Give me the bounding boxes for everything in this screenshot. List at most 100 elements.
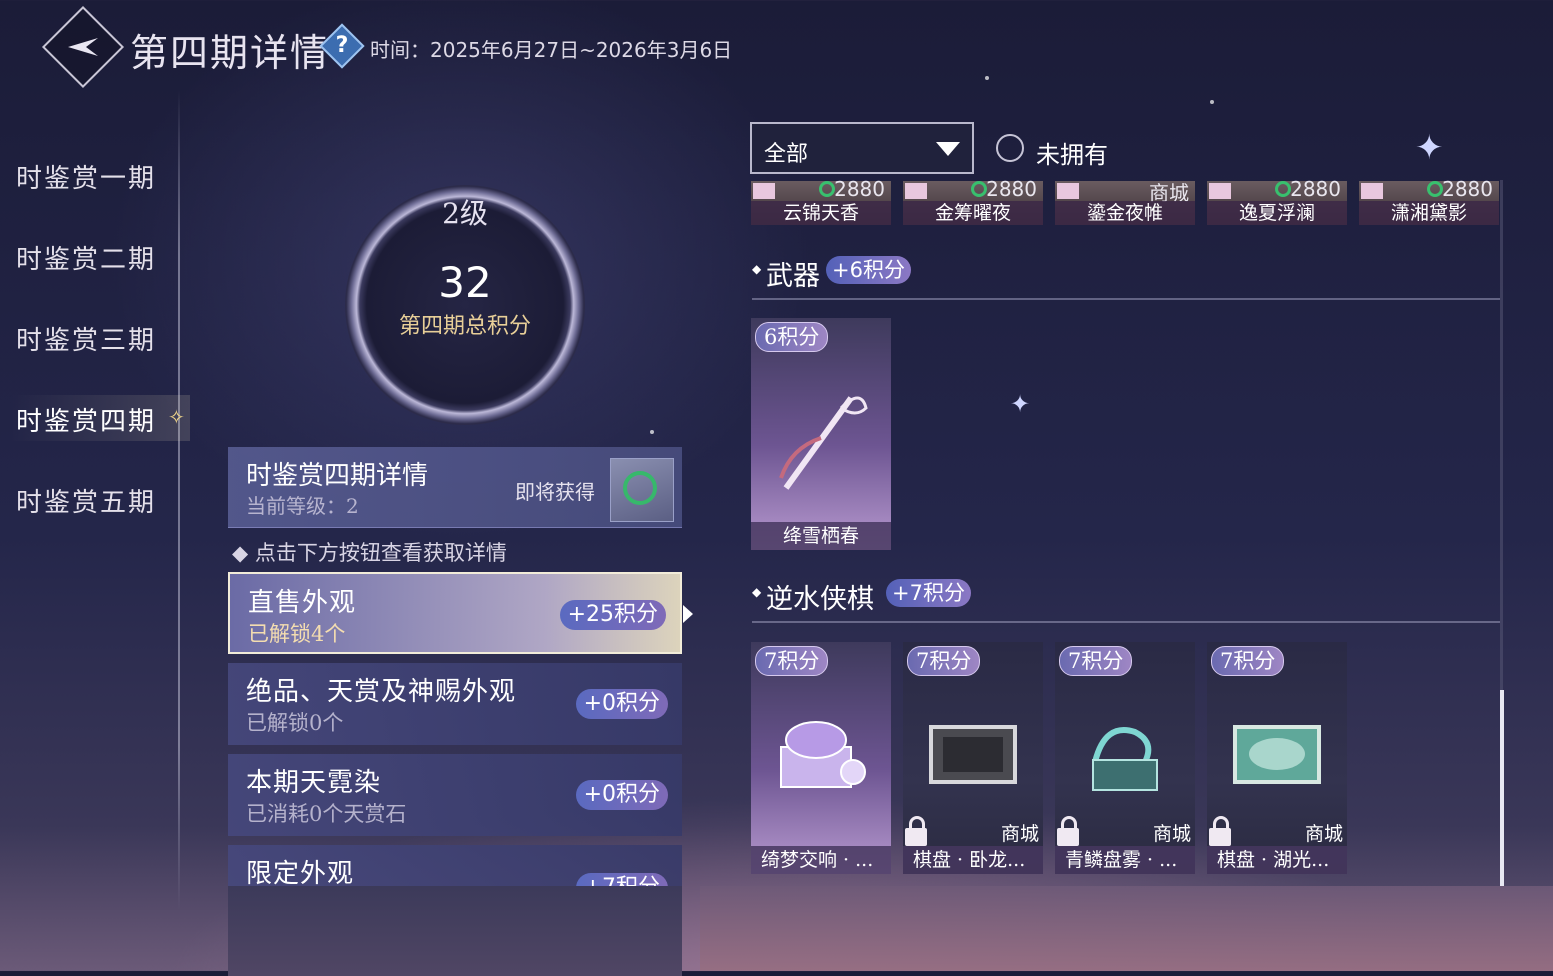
item-price: 2880: [1442, 177, 1493, 201]
nav-item-period-1[interactable]: 时鉴赏一期: [16, 158, 156, 195]
item-card[interactable]: 2880 逸夏浮澜: [1207, 177, 1347, 225]
tag-icon: [905, 183, 927, 199]
item-name: 绛雪栖春: [751, 522, 891, 550]
chevron-down-icon: [936, 142, 960, 156]
item-name: 青鳞盘雾 · ...: [1055, 846, 1195, 874]
item-price: 2880: [986, 177, 1037, 201]
item-card[interactable]: 2880 潇湘黛影: [1359, 177, 1499, 225]
chessboard-icon: [929, 725, 1017, 784]
item-points-badge: 6积分: [755, 322, 829, 352]
tag-icon: [1209, 183, 1231, 199]
item-card-weapon[interactable]: 6积分 绛雪栖春: [751, 318, 891, 550]
jade-coin-icon: [819, 181, 835, 197]
item-name: 棋盘 · 卧龙...: [903, 846, 1043, 874]
help-icon-glyph: ?: [335, 33, 349, 58]
jade-coin-icon: [1275, 181, 1291, 197]
item-name: 逸夏浮澜: [1207, 201, 1347, 225]
item-name: 潇湘黛影: [1359, 201, 1499, 225]
category-title: 本期天霓染: [246, 768, 382, 798]
tag-icon: [753, 183, 775, 199]
lock-icon: [1057, 816, 1079, 846]
total-score-caption: 第四期总积分: [398, 314, 531, 339]
unowned-label[interactable]: 未拥有: [1036, 135, 1108, 170]
star-decor: [1210, 100, 1214, 104]
sparkle-icon: ✦: [1010, 390, 1031, 418]
active-marker-icon: ✧: [168, 405, 185, 429]
item-points-badge: 7积分: [1059, 646, 1133, 676]
section-divider: [752, 621, 1500, 623]
item-name: 金筹曜夜: [903, 201, 1043, 225]
category-points: +25积分: [559, 600, 666, 630]
item-shop-label: 商城: [1152, 823, 1191, 845]
chessboard-icon: [1233, 725, 1321, 784]
item-price: 2880: [1290, 177, 1341, 201]
section-title-chess: 逆水侠棋: [766, 584, 874, 615]
section-bullet-icon: ◆: [752, 585, 762, 599]
ring-reward-icon: [623, 471, 657, 505]
category-points: +0积分: [575, 689, 668, 719]
item-card[interactable]: 商城 鎏金夜帷: [1055, 181, 1195, 225]
lock-icon: [1209, 816, 1231, 846]
detail-current-level: 当前等级：2: [246, 494, 359, 518]
ring-level: 2级: [442, 197, 488, 230]
item-name: 棋盘 · 湖光...: [1207, 846, 1347, 874]
filter-selected: 全部: [764, 142, 809, 167]
category-direct-sale[interactable]: 直售外观 已解锁4个 +25积分: [228, 572, 682, 654]
category-sub: 已解锁4个: [248, 622, 346, 646]
category-dye[interactable]: 本期天霓染 已消耗0个天赏石 +0积分: [228, 754, 682, 836]
tag-icon: [1361, 183, 1383, 199]
jade-coin-icon: [971, 181, 987, 197]
item-card-chess[interactable]: 7积分 绮梦交响 · ...: [751, 642, 891, 874]
detail-upcoming-label: 即将获得: [515, 480, 595, 504]
item-card[interactable]: 2880 金筹曜夜: [903, 177, 1043, 225]
section-bullet-icon: ◆: [752, 262, 762, 276]
category-title: 绝品、天赏及神赐外观: [246, 677, 517, 707]
event-time: 时间：2025年6月27日~2026年3月6日: [370, 38, 733, 62]
back-arrow-icon: [68, 38, 98, 56]
item-shop-label: 商城: [1000, 823, 1039, 845]
category-title: 直售外观: [248, 588, 357, 618]
hint-text: ◆ 点击下方按钮查看获取详情: [232, 541, 507, 565]
upcoming-reward-icon[interactable]: [610, 458, 674, 522]
star-decor: [985, 76, 989, 80]
nav-item-period-4[interactable]: 时鉴赏四期: [16, 401, 156, 438]
category-title: 限定外观: [246, 859, 355, 889]
jade-coin-icon: [1427, 181, 1443, 197]
item-name: 云锦天香: [751, 201, 891, 225]
category-sub: 已解锁0个: [246, 711, 344, 735]
list-clip-mask: [228, 886, 682, 976]
unowned-radio[interactable]: [996, 134, 1024, 162]
back-button[interactable]: [41, 5, 125, 89]
lock-icon: [905, 816, 927, 846]
star-decor: [650, 430, 654, 434]
section-title-weapon: 武器: [766, 261, 820, 292]
category-sub: 已消耗0个天赏石: [246, 802, 407, 826]
section-points-chess: +7积分: [886, 579, 971, 607]
scrollbar-thumb[interactable]: [1500, 690, 1504, 886]
item-card-chess[interactable]: 7积分 商城 棋盘 · 湖光...: [1207, 642, 1347, 874]
selected-arrow-icon: [683, 605, 693, 623]
page-title: 第四期详情: [130, 31, 331, 75]
item-card[interactable]: 2880 云锦天香: [751, 177, 891, 225]
item-shop-label: 商城: [1304, 823, 1343, 845]
item-name: 鎏金夜帷: [1055, 201, 1195, 225]
section-divider: [752, 298, 1500, 300]
category-points: +0积分: [575, 780, 668, 810]
category-premium[interactable]: 绝品、天赏及神赐外观 已解锁0个 +0积分: [228, 663, 682, 745]
sparkle-icon: ✦: [1415, 128, 1444, 168]
detail-title: 时鉴赏四期详情: [246, 461, 429, 491]
nav-item-period-5[interactable]: 时鉴赏五期: [16, 482, 156, 519]
section-points-weapon: +6积分: [826, 256, 911, 284]
weapon-art-icon: [779, 396, 868, 490]
bottom-fade: [700, 886, 1553, 971]
item-card-chess[interactable]: 7积分 商城 棋盘 · 卧龙...: [903, 642, 1043, 874]
filter-dropdown[interactable]: 全部: [750, 122, 974, 174]
item-points-badge: 7积分: [907, 646, 981, 676]
item-card-chess[interactable]: 7积分 商城 青鳞盘雾 · ...: [1055, 642, 1195, 874]
tag-icon: [1057, 183, 1079, 199]
nav-item-period-2[interactable]: 时鉴赏二期: [16, 239, 156, 276]
item-points-badge: 7积分: [1211, 646, 1285, 676]
nav-item-period-3[interactable]: 时鉴赏三期: [16, 320, 156, 357]
item-points-badge: 7积分: [755, 646, 829, 676]
treasure-chest-icon: [780, 721, 866, 788]
